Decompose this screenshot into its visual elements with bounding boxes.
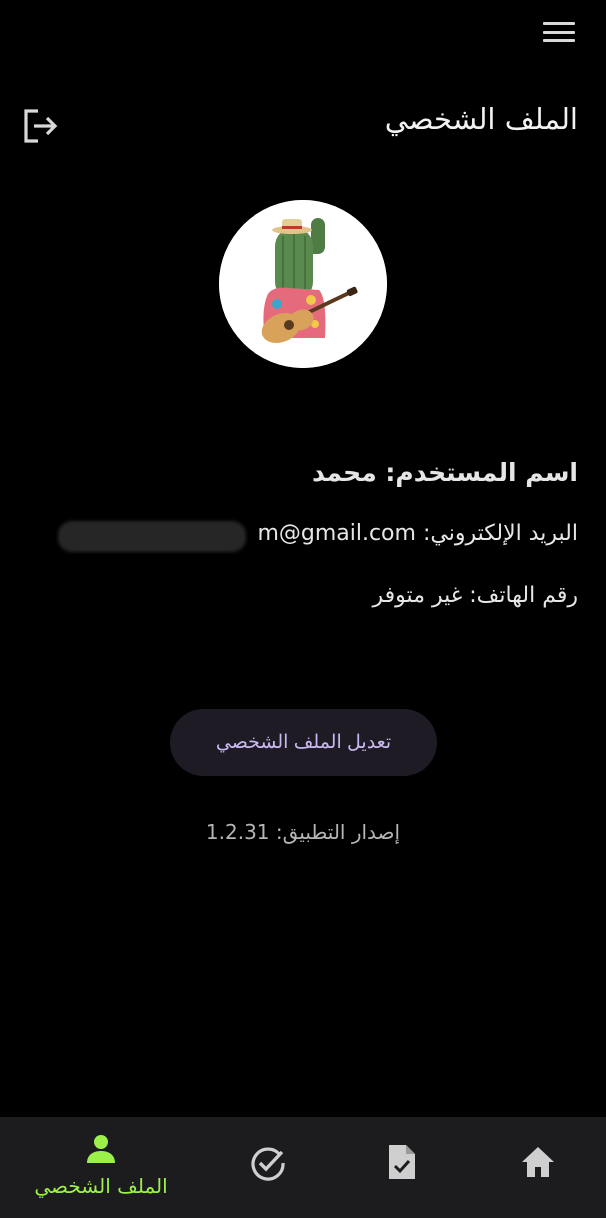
nav-item-tasks[interactable] [242, 1117, 298, 1218]
check-circle-icon [251, 1147, 285, 1181]
app-version-text: إصدار التطبيق: 1.2.31 [205, 820, 401, 844]
profile-screen: الملف الشخصي اسم المستخدم: محمد البريد ا… [0, 0, 606, 1218]
nav-item-documents[interactable] [378, 1117, 434, 1218]
document-check-icon [389, 1145, 415, 1179]
nav-item-home[interactable] [512, 1117, 568, 1218]
username-text: اسم المستخدم: محمد [311, 458, 578, 487]
bottom-navigation: الملف الشخصي [0, 1117, 606, 1218]
person-icon [87, 1135, 115, 1163]
phone-text: رقم الهاتف: غير متوفر [372, 583, 578, 608]
logout-icon[interactable] [22, 108, 58, 144]
nav-item-label: الملف الشخصي [34, 1174, 168, 1198]
cactus-guitar-avatar [219, 200, 387, 368]
home-icon [522, 1147, 554, 1177]
email-text: البريد الإلكتروني: m@gmail.com [257, 521, 578, 546]
avatar [219, 200, 387, 368]
email-redaction [58, 521, 246, 552]
edit-profile-button[interactable]: تعديل الملف الشخصي [170, 709, 437, 776]
hamburger-menu-icon[interactable] [543, 20, 575, 44]
page-title: الملف الشخصي [384, 102, 578, 136]
nav-item-profile[interactable]: الملف الشخصي [30, 1117, 172, 1218]
